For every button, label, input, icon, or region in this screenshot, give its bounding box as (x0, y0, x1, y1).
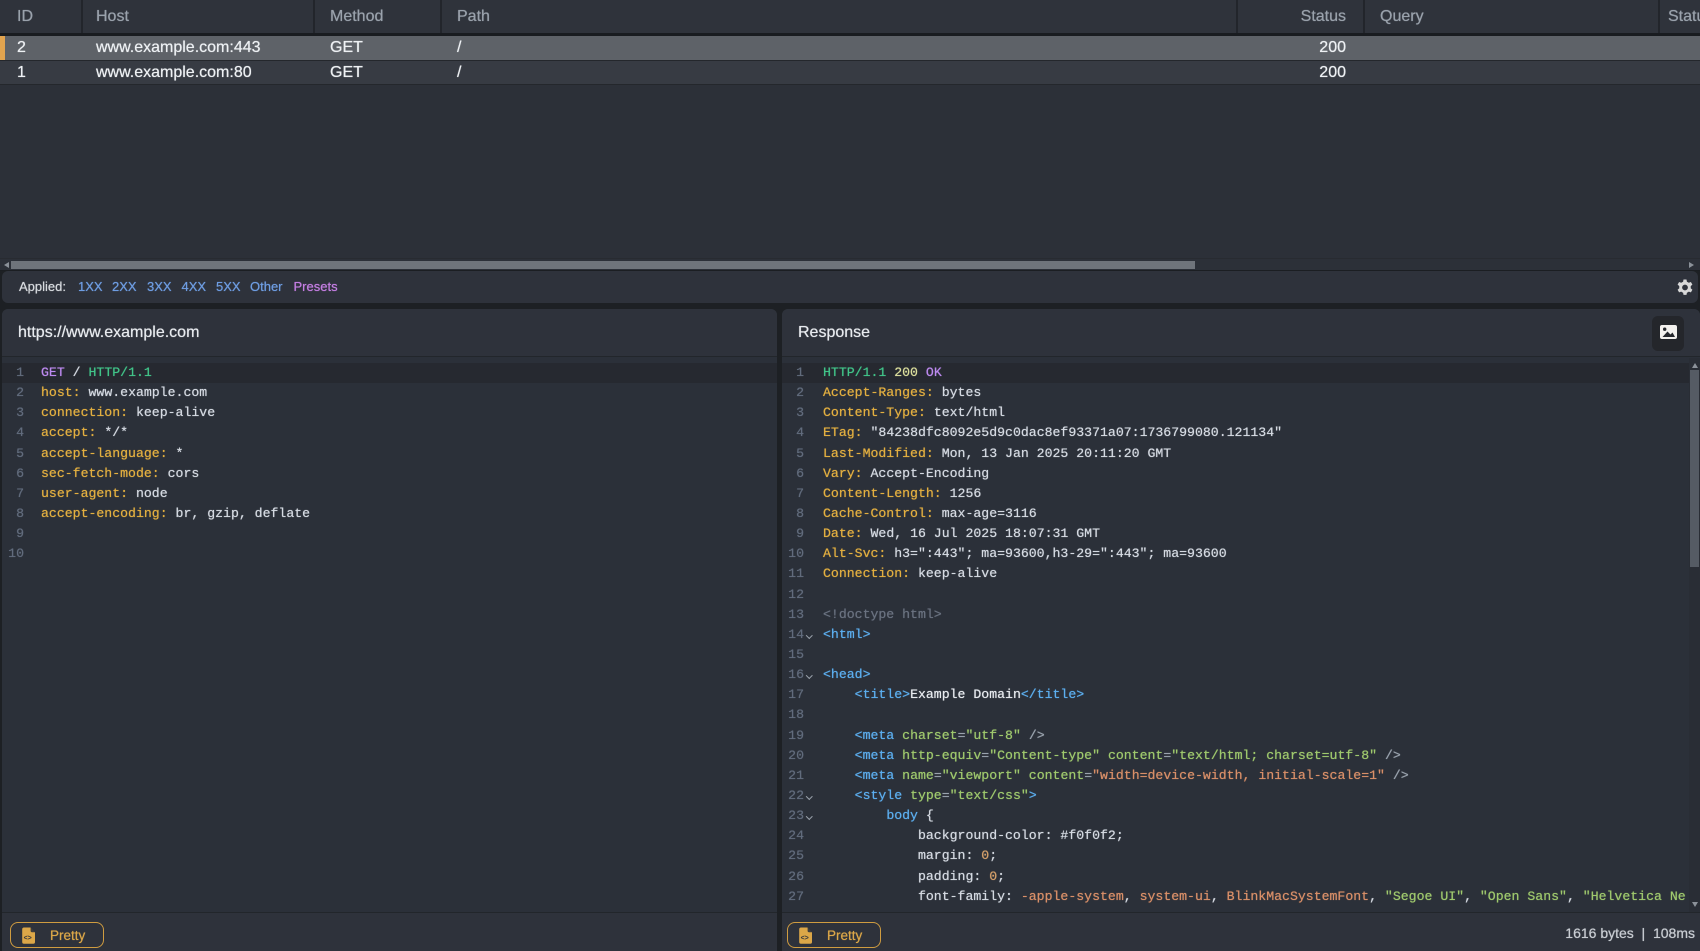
svg-text:<>: <> (801, 934, 809, 941)
svg-text:<>: <> (24, 934, 32, 941)
